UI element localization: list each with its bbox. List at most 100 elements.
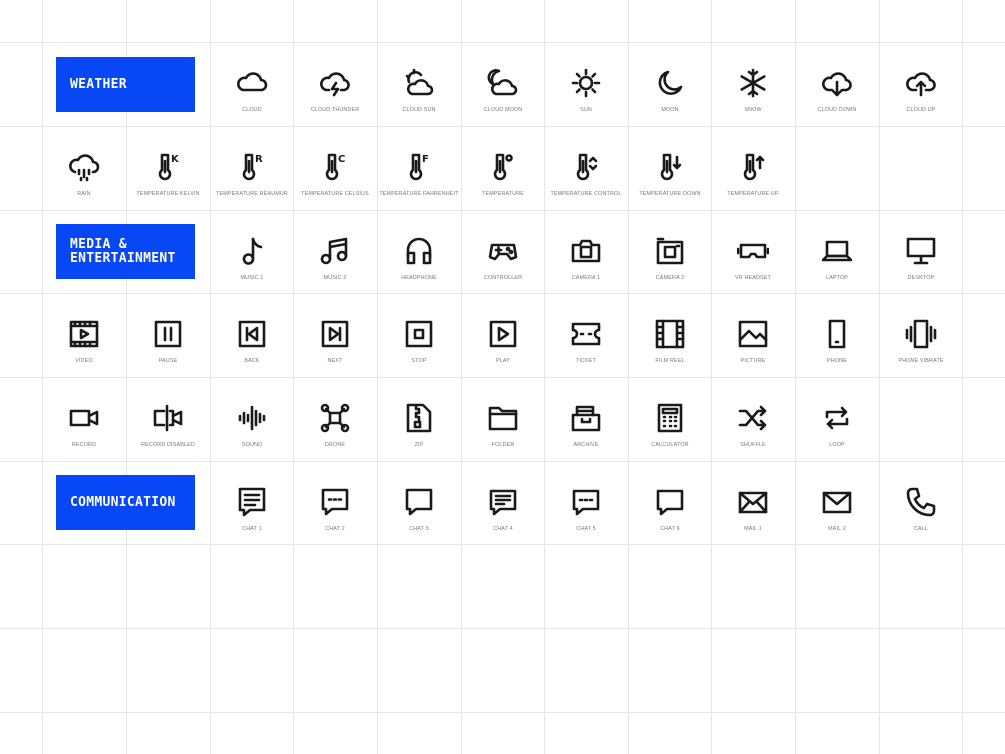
icon-cell-cloud-thunder[interactable]: CLOUD THUNDER	[293, 42, 377, 126]
picture-icon	[738, 320, 768, 348]
chat-3-icon	[405, 488, 433, 516]
icon-cell-headphone[interactable]: HEADPHONE	[377, 210, 461, 294]
cloud-moon-icon	[487, 69, 518, 96]
icon-cell-snow[interactable]: SNOW	[711, 42, 795, 126]
pause-icon	[154, 320, 182, 348]
mail-1-icon	[738, 491, 768, 514]
icon-cell-music-1[interactable]: MUSIC 1	[210, 210, 294, 294]
svg-text:F: F	[422, 154, 429, 165]
icon-cell-mail-2[interactable]: MAIL 2	[795, 461, 879, 545]
section-header: WEATHER	[56, 57, 195, 112]
icon-cell-picture[interactable]: PICTURE	[711, 293, 795, 377]
icon-cell-temperature-celsius[interactable]: C TEMPERATURE CELSIUS	[293, 126, 377, 210]
icon-cell-folder[interactable]: FOLDER	[461, 377, 545, 461]
vr-headset-icon	[737, 243, 769, 259]
controller-icon	[488, 243, 518, 261]
snow-icon	[740, 68, 766, 98]
camera-1-icon	[571, 239, 601, 263]
section-header: COMMUNICATION	[56, 475, 195, 530]
icon-cell-next[interactable]: NEXT	[293, 293, 377, 377]
icon-cell-call[interactable]: CALL	[879, 461, 963, 545]
icon-cell-loop[interactable]: LOOP	[795, 377, 879, 461]
icon-cell-sun[interactable]: SUN	[544, 42, 628, 126]
icon-cell-play[interactable]: PLAY	[461, 293, 545, 377]
icon-cell-chat-2[interactable]: CHAT 2	[293, 461, 377, 545]
icon-cell-camera-1[interactable]: CAMERA 1	[544, 210, 628, 294]
zip-icon	[406, 403, 432, 433]
icon-cell-chat-5[interactable]: CHAT 5	[544, 461, 628, 545]
laptop-icon	[821, 240, 853, 262]
icon-cell-back[interactable]: BACK	[210, 293, 294, 377]
cloud-thunder-icon	[320, 72, 350, 97]
icon-cell-record-disabled[interactable]: RECORD DISABLED	[126, 377, 210, 461]
icon-cell-video[interactable]: VIDEO	[42, 293, 126, 377]
camera-2-icon	[656, 237, 684, 265]
icon-cell-chat-3[interactable]: CHAT 3	[377, 461, 461, 545]
icon-cell-temperature-kelvin[interactable]: K TEMPERATURE KELVIN	[126, 126, 210, 210]
icon-cell-zip[interactable]: ZIP	[377, 377, 461, 461]
icon-sheet: WEATHER MEDIA & ENTERTAINMENT COMMUNICATIO…	[0, 0, 1005, 754]
icon-cell-pause[interactable]: PAUSE	[126, 293, 210, 377]
svg-text:C: C	[338, 154, 345, 165]
icon-cell-cloud-sun[interactable]: CLOUD SUN	[377, 42, 461, 126]
chat-4-icon	[489, 489, 517, 516]
svg-text:R: R	[255, 154, 263, 165]
temperature-down-icon	[660, 153, 682, 181]
icon-cell-mail-1[interactable]: MAIL 1	[711, 461, 795, 545]
calculator-icon	[657, 403, 683, 433]
mail-2-icon	[822, 491, 852, 514]
icon-cell-temperature-reaumur[interactable]: R TEMPERATURE RÉAUMUR	[210, 126, 294, 210]
icon-cell-music-2[interactable]: MUSIC 2	[293, 210, 377, 294]
icon-cell-chat-6[interactable]: CHAT 6	[628, 461, 712, 545]
icon-cell-drone[interactable]: DRONE	[293, 377, 377, 461]
icon-label: CLOUD UP	[906, 107, 936, 113]
desktop-icon	[906, 237, 936, 265]
icon-cell-chat-1[interactable]: CHAT 1	[210, 461, 294, 545]
icon-cell-controller[interactable]: CONTROLLER	[461, 210, 545, 294]
icon-cell-temperature-down[interactable]: TEMPERATURE DOWN	[628, 126, 712, 210]
icon-cell-temperature-up[interactable]: TEMPERATURE UP	[711, 126, 795, 210]
icon-cell-rain[interactable]: RAIN	[42, 126, 126, 210]
temperature-celsius-icon: C	[325, 153, 345, 181]
icon-cell-sound[interactable]: SOUND	[210, 377, 294, 461]
record-icon	[69, 409, 99, 427]
grid-line	[0, 712, 1005, 713]
folder-icon	[488, 406, 518, 431]
icon-cell-cloud-down[interactable]: CLOUD DOWN	[795, 42, 879, 126]
icon-label: PHONE VIBRATE	[898, 358, 944, 364]
temperature-up-icon	[743, 153, 765, 181]
icon-cell-temperature-fahrenheit[interactable]: F TEMPERATURE FAHRENHEIT	[377, 126, 461, 210]
icon-cell-vr-headset[interactable]: VR HEADSET	[711, 210, 795, 294]
icon-cell-cloud[interactable]: CLOUD	[210, 42, 294, 126]
rain-icon	[69, 154, 100, 182]
icon-cell-shuffle[interactable]: SHUFFLE	[711, 377, 795, 461]
icon-cell-chat-4[interactable]: CHAT 4	[461, 461, 545, 545]
stop-icon	[405, 320, 433, 348]
icon-cell-calculator[interactable]: CALCULATOR	[628, 377, 712, 461]
icon-cell-stop[interactable]: STOP	[377, 293, 461, 377]
cloud-icon	[237, 72, 268, 92]
drone-icon	[320, 403, 350, 433]
icon-cell-moon[interactable]: MOON	[628, 42, 712, 126]
icon-cell-phone-vibrate[interactable]: PHONE VIBRATE	[879, 293, 963, 377]
icon-cell-temperature-control[interactable]: TEMPERATURE CONTROL	[544, 126, 628, 210]
icon-cell-record[interactable]: RECORD	[42, 377, 126, 461]
shuffle-icon	[738, 405, 767, 431]
icon-cell-laptop[interactable]: LAPTOP	[795, 210, 879, 294]
film-reel-icon	[655, 319, 685, 349]
music-1-icon	[242, 237, 263, 265]
icon-cell-archive[interactable]: ARCHIVE	[544, 377, 628, 461]
cloud-down-icon	[822, 72, 852, 97]
icon-cell-ticket[interactable]: TICKET	[544, 293, 628, 377]
icon-cell-desktop[interactable]: DESKTOP	[879, 210, 963, 294]
icon-cell-camera-2[interactable]: CAMERA 2	[628, 210, 712, 294]
icon-label: LOOP	[829, 442, 845, 448]
icon-cell-cloud-moon[interactable]: CLOUD MOON	[461, 42, 545, 126]
icon-cell-cloud-up[interactable]: CLOUD UP	[879, 42, 963, 126]
cloud-up-icon	[906, 72, 936, 97]
icon-cell-temperature[interactable]: TEMPERATURE	[461, 126, 545, 210]
temperature-control-icon	[576, 153, 598, 181]
icon-cell-phone[interactable]: PHONE	[795, 293, 879, 377]
icon-cell-film-reel[interactable]: FILM REEL	[628, 293, 712, 377]
svg-text:K: K	[171, 154, 180, 165]
